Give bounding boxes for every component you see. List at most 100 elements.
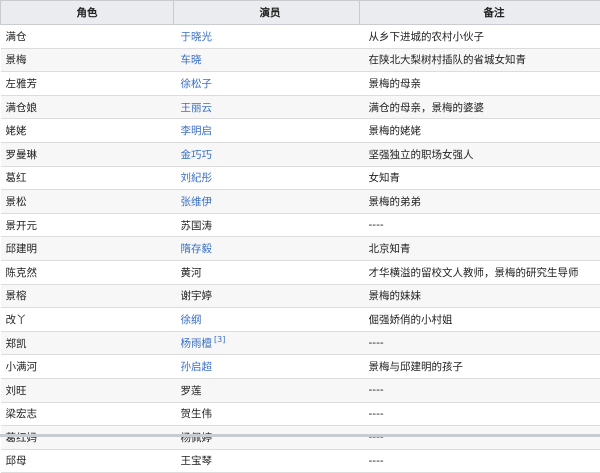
cell-note: ----	[360, 213, 600, 237]
actor-link[interactable]: 于晓光	[181, 31, 213, 43]
actor-name: 罗莲	[181, 385, 202, 397]
cell-actor: 王宝琴	[174, 449, 360, 473]
column-header-actor: 演员	[174, 1, 360, 25]
cell-note: 坚强独立的职场女强人	[360, 142, 600, 166]
cell-role: 改丫	[1, 308, 174, 332]
actor-link[interactable]: 徐纲	[181, 314, 202, 326]
cell-role: 罗曼琳	[1, 142, 174, 166]
cell-actor: 黄河	[174, 260, 360, 284]
cell-note: ----	[360, 331, 600, 355]
table-row: 郑凯杨雨檀[3]----	[1, 331, 600, 355]
table-row: 景开元苏国涛 ----	[1, 213, 600, 237]
cell-actor: 杨雨檀[3]	[174, 331, 360, 355]
table-row: 景松张维伊 景梅的弟弟	[1, 190, 600, 214]
cell-note: ----	[360, 426, 600, 450]
actor-link[interactable]: 徐松子	[181, 78, 213, 90]
cell-role: 梁宏志	[1, 402, 174, 426]
cell-note: ----	[360, 402, 600, 426]
cell-note: 满仓的母亲，景梅的婆婆	[360, 95, 600, 119]
table-row: 邱母王宝琴 ----	[1, 449, 600, 473]
actor-link[interactable]: 刘紀彤	[181, 172, 213, 184]
cell-actor: 苏国涛	[174, 213, 360, 237]
actor-link[interactable]: 孙启超	[181, 361, 213, 373]
table-row: 罗曼琳金巧巧 坚强独立的职场女强人	[1, 142, 600, 166]
actor-link[interactable]: 隋存毅	[181, 243, 213, 255]
actor-link[interactable]: 金巧巧	[181, 149, 213, 161]
table-row: 满仓娘王丽云 满仓的母亲，景梅的婆婆	[1, 95, 600, 119]
table-row: 葛红妈杨佩婷----	[1, 426, 600, 450]
column-header-role: 角色	[1, 1, 174, 25]
table-row: 满仓于晓光 从乡下进城的农村小伙子	[1, 25, 600, 49]
cell-note: ----	[360, 449, 600, 473]
cell-actor: 刘紀彤	[174, 166, 360, 190]
reference-link[interactable]: [3]	[214, 335, 225, 344]
cell-note: 景梅的妹妹	[360, 284, 600, 308]
actor-name: 苏国涛	[181, 220, 213, 232]
cell-actor: 隋存毅	[174, 237, 360, 261]
cell-note: 才华横溢的留校文人教师，景梅的研究生导师	[360, 260, 600, 284]
cell-actor: 罗莲	[174, 378, 360, 402]
cell-actor: 车晓	[174, 48, 360, 72]
table-row: 改丫徐纲 倔强娇俏的小村姐	[1, 308, 600, 332]
cell-actor: 谢宇婷	[174, 284, 360, 308]
table-header-row: 角色 演员 备注	[1, 1, 600, 25]
actor-link[interactable]: 李明启	[181, 125, 213, 137]
actor-link[interactable]: 王丽云	[181, 102, 213, 114]
cell-role: 小满河	[1, 355, 174, 379]
cell-actor: 徐纲	[174, 308, 360, 332]
table-row: 左雅芳徐松子 景梅的母亲	[1, 72, 600, 96]
cell-note: 从乡下进城的农村小伙子	[360, 25, 600, 49]
cell-note: 倔强娇俏的小村姐	[360, 308, 600, 332]
cell-role: 邱母	[1, 449, 174, 473]
actor-link[interactable]: 车晓	[181, 54, 202, 66]
table-row: 陈克然黄河 才华横溢的留校文人教师，景梅的研究生导师	[1, 260, 600, 284]
cell-role: 刘旺	[1, 378, 174, 402]
cell-role: 葛红妈	[1, 426, 174, 450]
cell-note: 女知青	[360, 166, 600, 190]
cell-actor: 徐松子	[174, 72, 360, 96]
cell-actor: 李明启	[174, 119, 360, 143]
table-body: 满仓于晓光从乡下进城的农村小伙子景梅车晓在陕北大梨树村插队的省城女知青左雅芳徐松…	[1, 25, 600, 473]
actor-link[interactable]: 张维伊	[181, 196, 213, 208]
cell-actor: 张维伊	[174, 190, 360, 214]
table-row: 景榕谢宇婷 景梅的妹妹	[1, 284, 600, 308]
cell-role: 景榕	[1, 284, 174, 308]
cell-note: ----	[360, 378, 600, 402]
actor-name: 王宝琴	[181, 455, 213, 467]
actor-name: 黄河	[181, 267, 202, 279]
actor-name: 谢宇婷	[181, 290, 213, 302]
actor-link[interactable]: 杨雨檀	[181, 338, 213, 350]
cell-actor: 贺生伟	[174, 402, 360, 426]
cell-actor: 王丽云	[174, 95, 360, 119]
cell-note: 景梅的母亲	[360, 72, 600, 96]
cell-note: 景梅的弟弟	[360, 190, 600, 214]
cell-actor: 孙启超	[174, 355, 360, 379]
cell-note: 景梅与邱建明的孩子	[360, 355, 600, 379]
cast-table: 角色 演员 备注 满仓于晓光 从乡下进城的农村小伙子景梅车晓 在陕北大梨树村插队的省…	[0, 0, 600, 473]
table-row: 邱建明隋存毅 北京知青	[1, 237, 600, 261]
cell-role: 景梅	[1, 48, 174, 72]
cell-role: 陈克然	[1, 260, 174, 284]
cell-actor: 杨佩婷	[174, 426, 360, 450]
cell-role: 满仓	[1, 25, 174, 49]
cell-note: 北京知青	[360, 237, 600, 261]
cell-role: 葛红	[1, 166, 174, 190]
cell-note: 在陕北大梨树村插队的省城女知青	[360, 48, 600, 72]
cell-role: 姥姥	[1, 119, 174, 143]
table-row: 葛红刘紀彤 女知青	[1, 166, 600, 190]
cell-role: 满仓娘	[1, 95, 174, 119]
table-row: 小满河孙启超 景梅与邱建明的孩子	[1, 355, 600, 379]
table-row: 梁宏志贺生伟 ----	[1, 402, 600, 426]
cell-note: 景梅的姥姥	[360, 119, 600, 143]
column-header-note: 备注	[360, 1, 600, 25]
cell-role: 左雅芳	[1, 72, 174, 96]
cell-actor: 金巧巧	[174, 142, 360, 166]
cell-role: 郑凯	[1, 331, 174, 355]
actor-name: 贺生伟	[181, 408, 213, 420]
table-row: 景梅车晓 在陕北大梨树村插队的省城女知青	[1, 48, 600, 72]
cell-role: 景松	[1, 190, 174, 214]
table-row: 刘旺罗莲 ----	[1, 378, 600, 402]
cell-role: 邱建明	[1, 237, 174, 261]
cell-role: 景开元	[1, 213, 174, 237]
table-row: 姥姥李明启 景梅的姥姥	[1, 119, 600, 143]
